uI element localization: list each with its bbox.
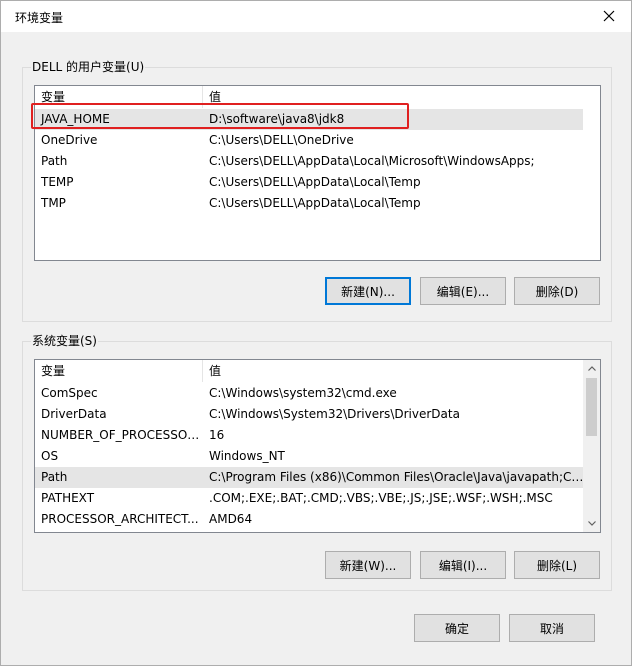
system-variables-list[interactable]: 变量 值 ComSpec C:\Windows\system32\cmd.exe… [34,359,601,533]
chevron-up-icon [587,366,596,371]
table-row[interactable]: DriverData C:\Windows\System32\Drivers\D… [35,404,584,425]
row-name: ComSpec [41,386,98,400]
row-value: C:\Program Files (x86)\Common Files\Orac… [209,470,584,484]
row-name: NUMBER_OF_PROCESSORS [41,428,203,442]
row-value: C:\Users\DELL\AppData\Local\Temp [209,196,421,210]
user-variables-label: DELL 的用户变量(U) [31,60,146,74]
row-name: PROCESSOR_ARCHITECT... [41,512,199,526]
row-name: TMP [41,196,66,210]
row-value: C:\Windows\System32\Drivers\DriverData [209,407,460,421]
row-value: C:\Users\DELL\AppData\Local\Temp [209,175,421,189]
table-row[interactable]: OS Windows_NT [35,446,584,467]
title-bar: 环境变量 [1,1,631,32]
row-value: 16 [209,428,225,442]
column-header-name[interactable]: 变量 [35,86,203,108]
ok-button[interactable]: 确定 [414,614,500,642]
vertical-scrollbar[interactable] [583,360,600,532]
row-name: PATHEXT [41,491,95,505]
scroll-down-button[interactable] [583,515,600,532]
cancel-button[interactable]: 取消 [509,614,595,642]
table-row[interactable]: TEMP C:\Users\DELL\AppData\Local\Temp [35,172,600,193]
column-header-value[interactable]: 值 [203,86,600,108]
system-variables-label: 系统变量(S) [31,334,98,348]
row-value: C:\Windows\system32\cmd.exe [209,386,397,400]
user-edit-button[interactable]: 编辑(E)... [420,277,506,305]
table-row[interactable]: Path C:\Users\DELL\AppData\Local\Microso… [35,151,600,172]
row-name: Path [41,470,68,484]
user-delete-button[interactable]: 删除(D) [514,277,600,305]
table-row[interactable]: JAVA_HOME D:\software\java8\jdk8 [35,109,583,130]
table-row[interactable]: PROCESSOR_ARCHITECT... AMD64 [35,509,584,530]
environment-variables-dialog: 环境变量 DELL 的用户变量(U) 变量 值 JAVA_HOME D:\sof… [0,0,632,666]
table-row[interactable]: NUMBER_OF_PROCESSORS 16 [35,425,584,446]
system-delete-button[interactable]: 删除(L) [514,551,600,579]
row-name: JAVA_HOME [41,112,110,126]
table-row[interactable]: OneDrive C:\Users\DELL\OneDrive [35,130,600,151]
row-name: OS [41,449,59,463]
table-row[interactable]: ComSpec C:\Windows\system32\cmd.exe [35,383,584,404]
row-name: OneDrive [41,133,98,147]
table-row[interactable]: TMP C:\Users\DELL\AppData\Local\Temp [35,193,600,214]
chevron-down-icon [587,521,596,526]
user-variables-header: 变量 值 [35,86,600,108]
system-variables-header: 变量 值 [35,360,584,382]
window-title: 环境变量 [15,11,64,25]
close-button[interactable] [597,5,621,27]
scroll-up-button[interactable] [583,360,600,377]
close-icon [603,10,615,22]
scroll-thumb[interactable] [586,378,597,436]
user-new-button[interactable]: 新建(N)... [325,277,411,305]
system-new-button[interactable]: 新建(W)... [325,551,411,579]
system-edit-button[interactable]: 编辑(I)... [420,551,506,579]
row-value: Windows_NT [209,449,285,463]
row-name: TEMP [41,175,74,189]
row-name: Path [41,154,68,168]
table-row[interactable]: PATHEXT .COM;.EXE;.BAT;.CMD;.VBS;.VBE;.J… [35,488,584,509]
row-name: DriverData [41,407,107,421]
column-header-value[interactable]: 值 [203,360,584,382]
table-row[interactable]: Path C:\Program Files (x86)\Common Files… [35,467,584,488]
column-header-name[interactable]: 变量 [35,360,203,382]
row-value: C:\Users\DELL\OneDrive [209,133,354,147]
row-value: C:\Users\DELL\AppData\Local\Microsoft\Wi… [209,154,535,168]
user-variables-list[interactable]: 变量 值 JAVA_HOME D:\software\java8\jdk8 On… [34,85,601,261]
row-value: AMD64 [209,512,253,526]
user-variables-rows: JAVA_HOME D:\software\java8\jdk8 OneDriv… [35,109,600,214]
row-value: .COM;.EXE;.BAT;.CMD;.VBS;.VBE;.JS;.JSE;.… [209,491,553,505]
row-value: D:\software\java8\jdk8 [209,112,345,126]
system-variables-rows: ComSpec C:\Windows\system32\cmd.exe Driv… [35,383,584,530]
